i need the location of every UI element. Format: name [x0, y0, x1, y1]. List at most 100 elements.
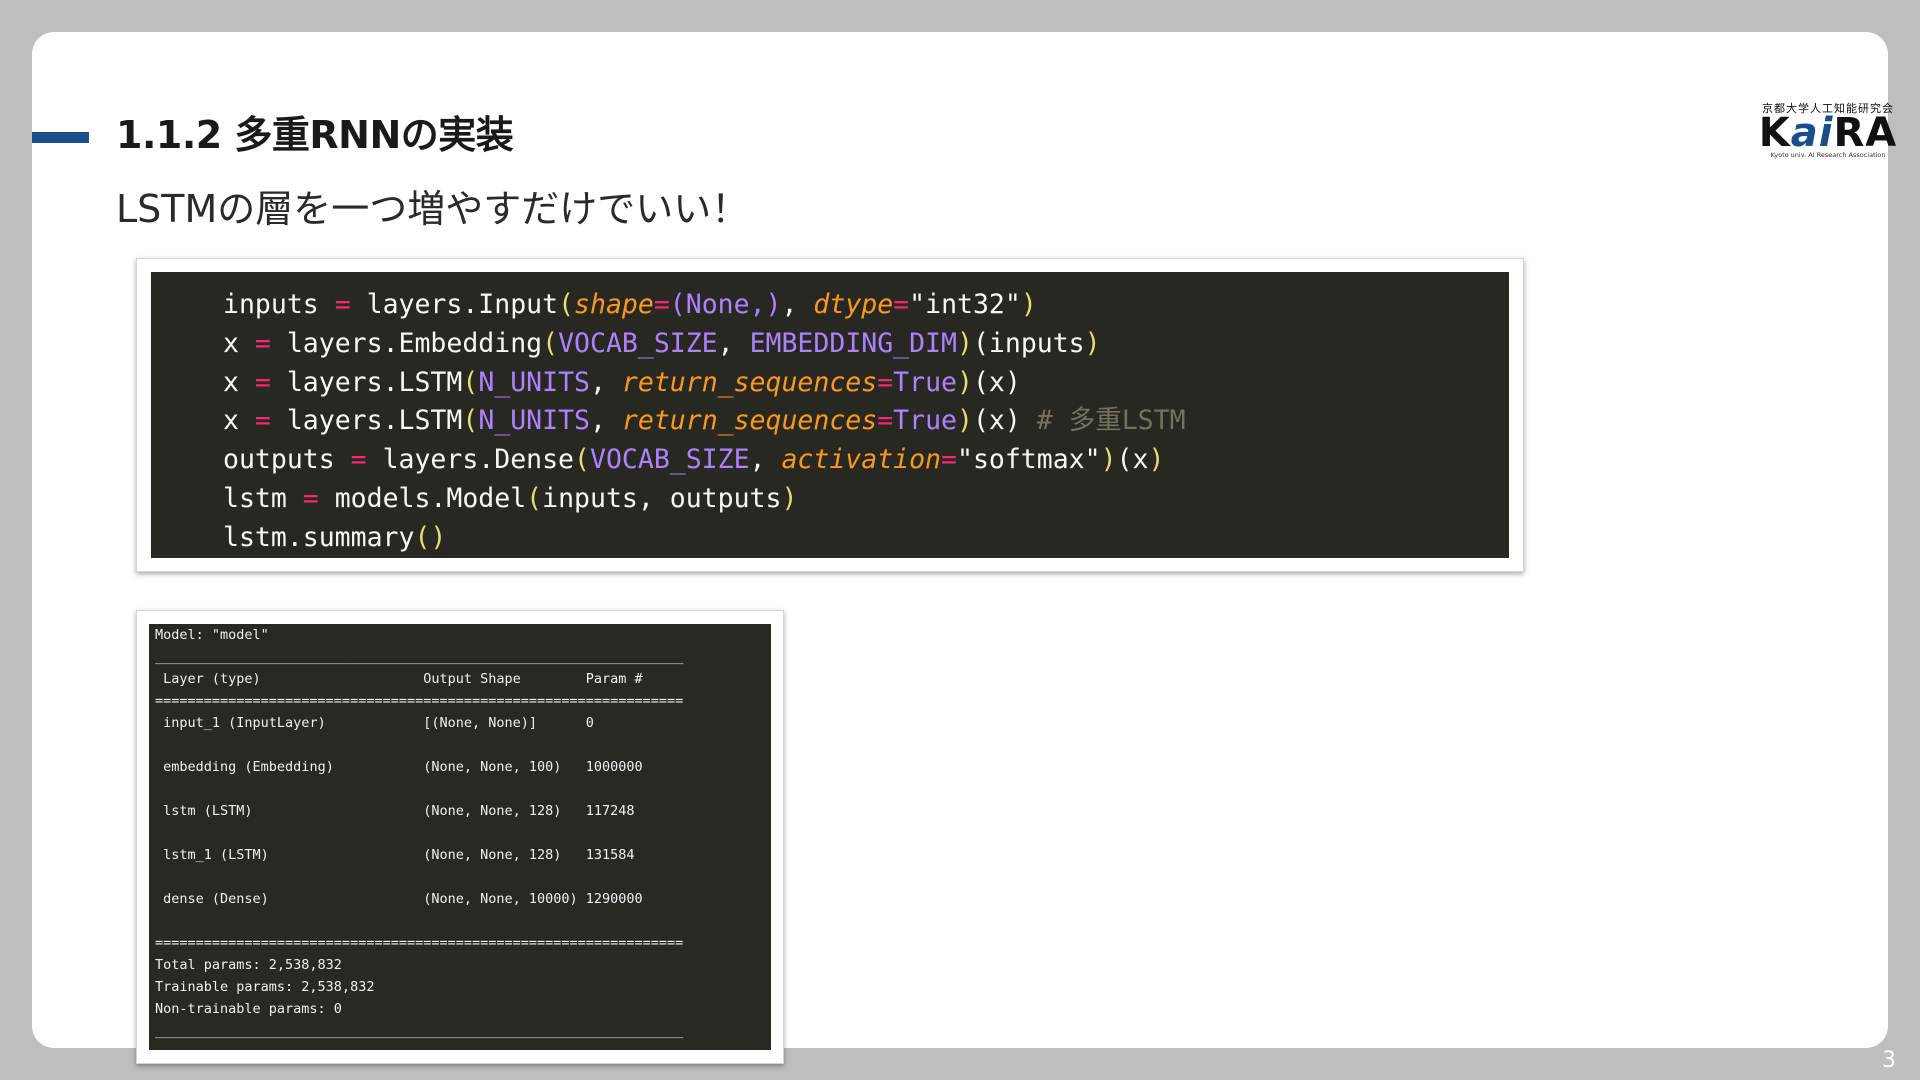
- code-token: (x: [1116, 444, 1149, 476]
- code-token: ,: [717, 327, 750, 359]
- code-token: (x): [972, 366, 1021, 398]
- code-token: True: [893, 366, 957, 398]
- summary-cell-params: 131584: [585, 847, 635, 863]
- summary-cell-layer: embedding (Embedding): [163, 759, 334, 775]
- slide-title: 1.1.2 多重RNNの実装: [116, 113, 514, 157]
- code-token: layers.Input: [350, 289, 559, 320]
- code-token: ): [957, 405, 973, 437]
- summary-cell-shape: (None, None, 128): [423, 847, 562, 863]
- code-block: inputs = layers.Input(shape=(None,), dty…: [151, 272, 1509, 558]
- code-token: =: [254, 366, 271, 398]
- code-line: lstm.summary(): [223, 519, 1509, 558]
- summary-trainable-params: Trainable params: 2,538,832: [155, 979, 375, 995]
- code-token: EMBEDDING_DIM: [749, 327, 957, 359]
- code-token: (inputs: [972, 327, 1085, 359]
- summary-layer-row: embedding (Embedding) (None, None, 100) 10…: [155, 756, 771, 778]
- summary-cell-params: 117248: [585, 803, 635, 819]
- code-token: shape: [574, 289, 654, 320]
- code-token: ): [781, 482, 798, 514]
- summary-model-line: Model: "model": [155, 627, 269, 643]
- code-line: inputs = layers.Input(shape=(None,), dty…: [223, 286, 1509, 325]
- code-token: x: [223, 327, 255, 359]
- summary-rule: ________________________________________…: [155, 649, 684, 665]
- page-number: 3: [1882, 1048, 1896, 1073]
- code-token: inputs: [223, 289, 335, 320]
- summary-layer-row: lstm (LSTM) (None, None, 128) 117248: [155, 800, 771, 822]
- code-token: models.Model: [318, 482, 527, 514]
- code-token: =: [254, 405, 271, 437]
- model-summary-output: Model: "model" _________________________…: [149, 624, 771, 1050]
- code-token: (: [526, 482, 543, 514]
- summary-blank-line: [155, 866, 771, 888]
- summary-cell-layer: dense (Dense): [163, 891, 269, 907]
- code-token: ,: [749, 444, 782, 476]
- code-token: (: [574, 444, 590, 476]
- code-token: (None,): [669, 289, 782, 320]
- code-line: x = layers.LSTM(N_UNITS, return_sequence…: [223, 364, 1509, 403]
- code-token: (: [542, 327, 559, 359]
- code-token: lstm.summary: [223, 521, 415, 553]
- summary-header-params: Param #: [585, 671, 643, 687]
- code-token: (x): [972, 405, 1037, 437]
- summary-cell-params: 0: [585, 715, 594, 731]
- code-token: lstm: [223, 482, 303, 514]
- summary-blank-line: [155, 734, 771, 756]
- summary-blank-line: [155, 910, 771, 932]
- logo-bottom-text: Kyoto univ. AI Research Association: [1770, 151, 1886, 159]
- summary-cell-shape: (None, None, 10000): [423, 891, 578, 907]
- summary-cell-shape: [(None, None)]: [423, 715, 538, 731]
- summary-cell-layer: lstm_1 (LSTM): [163, 847, 269, 863]
- code-line: x = layers.Embedding(VOCAB_SIZE, EMBEDDI…: [223, 325, 1509, 364]
- code-token: (: [462, 366, 479, 398]
- summary-rule-double: ========================================…: [155, 693, 684, 709]
- logo-wordmark: KaiRA: [1758, 110, 1898, 156]
- code-token: =: [254, 327, 271, 359]
- slide-subtitle: LSTMの層を一つ増やすだけでいい！: [116, 187, 750, 231]
- slide: 1.1.2 多重RNNの実装 LSTMの層を一つ増やすだけでいい！ 京都大学人工…: [32, 32, 1896, 1064]
- code-token: (): [414, 521, 447, 553]
- code-token: =: [941, 444, 957, 476]
- code-token: (: [558, 289, 575, 320]
- summary-cell-shape: (None, None, 128): [423, 803, 562, 819]
- code-token: ,: [781, 289, 814, 320]
- code-token: x: [223, 366, 255, 398]
- code-token: =: [877, 366, 894, 398]
- code-token: ): [1084, 327, 1101, 359]
- code-token: x: [223, 405, 255, 437]
- code-token: N_UNITS: [478, 366, 590, 398]
- code-token: =: [893, 289, 910, 320]
- code-line: outputs = layers.Dense(VOCAB_SIZE, activ…: [223, 441, 1509, 480]
- kaira-logo: 京都大学人工知能研究会 KaiRA Kyoto univ. AI Researc…: [1754, 100, 1902, 164]
- code-token: ): [1148, 444, 1165, 476]
- code-token: # 多重LSTM: [1036, 405, 1186, 437]
- code-token: ): [957, 366, 973, 398]
- code-token: layers.Embedding: [270, 327, 543, 359]
- title-accent-bar: [32, 132, 89, 143]
- code-token: ,: [590, 366, 622, 398]
- summary-layer-row: lstm_1 (LSTM) (None, None, 128) 131584: [155, 844, 771, 866]
- code-token: ): [1020, 289, 1037, 320]
- code-token: =: [350, 444, 367, 476]
- code-token: VOCAB_SIZE: [590, 444, 750, 476]
- summary-cell-params: 1000000: [585, 759, 643, 775]
- code-token: =: [877, 405, 894, 437]
- summary-blank-line: [155, 778, 771, 800]
- code-token: layers.LSTM: [270, 405, 463, 437]
- code-line: lstm = models.Model(inputs, outputs): [223, 480, 1509, 519]
- code-token: ): [1100, 444, 1117, 476]
- code-token: inputs, outputs: [542, 482, 782, 514]
- summary-layer-row: input_1 (InputLayer) [(None, None)] 0: [155, 712, 771, 734]
- summary-blank-line: [155, 822, 771, 844]
- code-token: layers.LSTM: [270, 366, 463, 398]
- code-token: return_sequences: [621, 405, 878, 437]
- code-token: N_UNITS: [478, 405, 590, 437]
- code-token: =: [653, 289, 670, 320]
- code-token: ,: [590, 405, 622, 437]
- code-token: activation: [781, 444, 942, 476]
- code-token: (: [462, 405, 479, 437]
- code-screenshot: inputs = layers.Input(shape=(None,), dty…: [136, 258, 1524, 572]
- code-token: ): [956, 327, 973, 359]
- code-token: return_sequences: [621, 366, 878, 398]
- summary-cell-params: 1290000: [585, 891, 643, 907]
- code-token: True: [893, 405, 957, 437]
